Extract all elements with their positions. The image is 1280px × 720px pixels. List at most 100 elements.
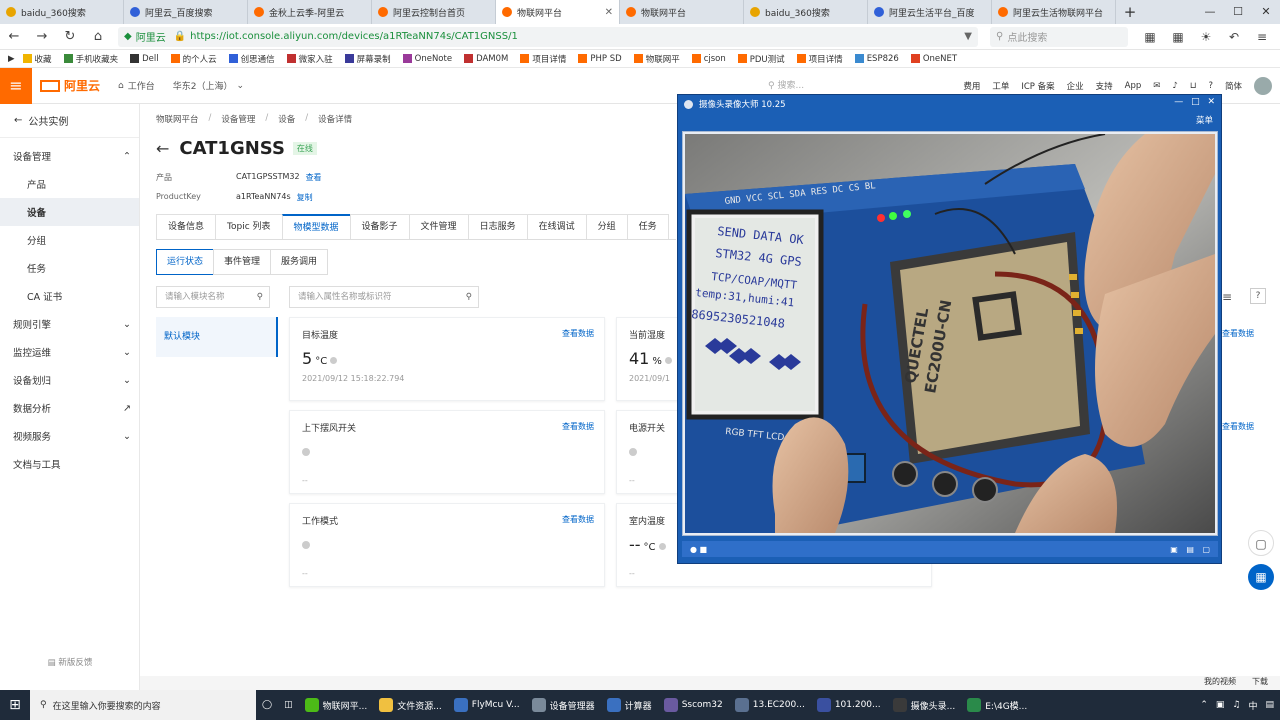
menu-icon[interactable]: ≡ xyxy=(1248,30,1276,44)
notification-icon[interactable]: ▤ xyxy=(1265,700,1274,710)
sidebar-item[interactable]: 规则引擎 ⌄ xyxy=(0,310,139,338)
view-data-link[interactable]: 查看数据 xyxy=(562,328,594,339)
attr-search-input[interactable]: 请输入属性名称或标识符 ⚲ xyxy=(289,286,479,308)
bookmark-item[interactable]: 物联网平 xyxy=(633,53,680,65)
folder-icon[interactable]: ▤ xyxy=(1186,545,1194,554)
extension-icon[interactable]: ▦ xyxy=(1136,30,1164,44)
sidebar-item[interactable]: 产品 xyxy=(0,170,139,198)
bookmark-item[interactable]: 的个人云 xyxy=(170,53,217,65)
taskbar-app[interactable]: 计算器 xyxy=(601,690,658,720)
taskbar-app[interactable]: 摄像头录... xyxy=(887,690,962,720)
taskbar-app[interactable]: E:\4G模... xyxy=(961,690,1033,720)
sidebar-item[interactable]: 任务 xyxy=(0,254,139,282)
cart-icon[interactable]: ⊔ xyxy=(1190,81,1197,91)
aliyun-logo[interactable]: 阿里云 xyxy=(40,77,100,94)
device-tab[interactable]: 日志服务 xyxy=(467,214,528,239)
close-tab-icon[interactable]: ✕ xyxy=(605,7,613,18)
camera-window-titlebar[interactable]: 摄像头录像大师 10.25 xyxy=(678,95,1221,113)
browser-tab[interactable]: baidu_360搜索 xyxy=(0,0,124,24)
forward-arrow-icon[interactable]: → xyxy=(28,29,56,44)
sidebar-item[interactable]: 文档与工具 xyxy=(0,450,139,478)
device-tab[interactable]: 任务 xyxy=(626,214,669,239)
header-nav-item[interactable]: 工单 xyxy=(992,80,1009,92)
breadcrumb-item[interactable]: 设备管理 xyxy=(221,113,255,125)
list-view-icon[interactable]: ≡ xyxy=(1222,290,1232,304)
bookmark-item[interactable]: 屏幕录制 xyxy=(344,53,391,65)
taskbar-app[interactable]: 13.EC200... xyxy=(729,690,811,720)
new-tab-button[interactable]: + xyxy=(1116,0,1144,24)
browser-tab[interactable]: baidu_360搜索 xyxy=(744,0,868,24)
subtab[interactable]: 事件管理 xyxy=(213,249,272,275)
device-tab[interactable]: 设备影子 xyxy=(349,214,410,239)
breadcrumb-item[interactable]: 设备 xyxy=(278,113,295,125)
taskbar-app[interactable]: 101.200... xyxy=(811,690,887,720)
taskbar-app[interactable]: Sscom32 xyxy=(658,690,729,720)
taskbar-app[interactable]: 设备管理器 xyxy=(526,690,601,720)
taskbar-app[interactable]: 物联网平... xyxy=(299,690,374,720)
sidebar-item[interactable]: 视频服务 ⌄ xyxy=(0,422,139,450)
browser-tab[interactable]: 物联网平台 ✕ xyxy=(496,0,620,24)
windows-start-icon[interactable]: ⊞ xyxy=(0,697,30,713)
maximize-icon[interactable]: ☐ xyxy=(1224,0,1252,24)
info-icon[interactable] xyxy=(658,543,666,550)
back-to-instance[interactable]: ← 公共实例 xyxy=(0,104,139,138)
info-icon[interactable] xyxy=(664,357,672,364)
header-nav-item[interactable]: App xyxy=(1125,81,1142,91)
subtab[interactable]: 服务调用 xyxy=(270,249,329,275)
view-data-link[interactable]: 查看数据 xyxy=(562,421,594,432)
bookmark-item[interactable]: 微家入驻 xyxy=(286,53,333,65)
info-icon[interactable] xyxy=(302,541,310,549)
grid-icon[interactable]: ▦ xyxy=(1164,30,1192,44)
snapshot-icon[interactable]: ▣ xyxy=(1170,545,1178,554)
bookmark-item[interactable]: 手机收藏夹 xyxy=(63,53,118,65)
browser-tab[interactable]: 阿里云生活平台_百度 xyxy=(868,0,992,24)
url-field[interactable]: ◆ 阿里云 🔒 https://iot.console.aliyun.com/d… xyxy=(118,26,978,47)
bookmarks-toggle-icon[interactable]: ▶ xyxy=(8,54,15,64)
taskbar-app[interactable]: FlyMcu V... xyxy=(448,690,526,720)
taskbar-app[interactable]: 文件资源... xyxy=(373,690,448,720)
help-icon[interactable]: ? xyxy=(1208,81,1213,91)
browser-tab[interactable]: 金秋上云季-阿里云 xyxy=(248,0,372,24)
device-tab[interactable]: 设备信息 xyxy=(156,214,217,239)
info-icon[interactable] xyxy=(629,448,637,456)
apps-grid-icon[interactable]: ▦ xyxy=(1248,564,1274,590)
module-item-default[interactable]: 默认模块 xyxy=(156,317,278,357)
bookmark-item[interactable]: 收藏 xyxy=(22,53,52,65)
breadcrumb-item[interactable]: 物联网平台 xyxy=(156,113,199,125)
undo-icon[interactable]: ↶ xyxy=(1220,30,1248,44)
sidebar-item[interactable]: CA 证书 xyxy=(0,282,139,310)
bookmark-item[interactable]: cjson xyxy=(691,54,726,64)
volume-icon[interactable]: ♫ xyxy=(1232,700,1240,710)
browser-search-input[interactable]: ⚲ 点此搜索 xyxy=(990,26,1128,47)
header-nav-item[interactable]: 费用 xyxy=(963,80,980,92)
browser-tab[interactable]: 阿里云控制台首页 xyxy=(372,0,496,24)
task-view-icon[interactable]: ◫ xyxy=(278,690,299,720)
subtab[interactable]: 运行状态 xyxy=(156,249,215,275)
view-data-link[interactable]: 查看数据 xyxy=(1222,421,1254,432)
info-icon[interactable] xyxy=(302,448,310,456)
sidebar-item[interactable]: 设备 xyxy=(0,198,139,226)
product-view-link[interactable]: 查看 xyxy=(306,172,322,183)
fullscreen-icon[interactable]: ▢ xyxy=(1202,545,1210,554)
url-dropdown-icon[interactable]: ▼ xyxy=(964,31,972,42)
close-icon[interactable]: ✕ xyxy=(1252,0,1280,24)
sidebar-item[interactable]: 设备划归 ⌄ xyxy=(0,366,139,394)
bookmark-item[interactable]: 项目详情 xyxy=(520,53,566,65)
close-icon[interactable]: ✕ xyxy=(1207,97,1215,107)
sidebar-item[interactable]: 监控运维 ⌄ xyxy=(0,338,139,366)
bookmark-item[interactable]: DAM0M xyxy=(464,54,508,64)
sidebar-item[interactable]: 数据分析 ↗ xyxy=(0,394,139,422)
productkey-copy-link[interactable]: 复制 xyxy=(297,192,313,203)
my-videos-link[interactable]: 我的视频 xyxy=(1204,676,1236,690)
console-search-input[interactable]: ⚲ 搜索... xyxy=(768,78,918,91)
workbench-link[interactable]: ⌂ 工作台 xyxy=(118,79,155,93)
browser-tab[interactable]: 物联网平台 xyxy=(620,0,744,24)
bell-icon[interactable]: ♪ xyxy=(1172,81,1177,91)
reload-icon[interactable]: ↻ xyxy=(56,29,84,44)
chat-icon[interactable]: ▢ xyxy=(1248,530,1274,556)
back-arrow-icon[interactable]: ← xyxy=(156,139,169,158)
home-icon[interactable]: ⌂ xyxy=(84,29,112,44)
header-nav-item[interactable]: ICP 备案 xyxy=(1021,80,1054,92)
bookmark-item[interactable]: Dell xyxy=(130,54,159,64)
downloads-link[interactable]: 下载 xyxy=(1252,676,1268,690)
